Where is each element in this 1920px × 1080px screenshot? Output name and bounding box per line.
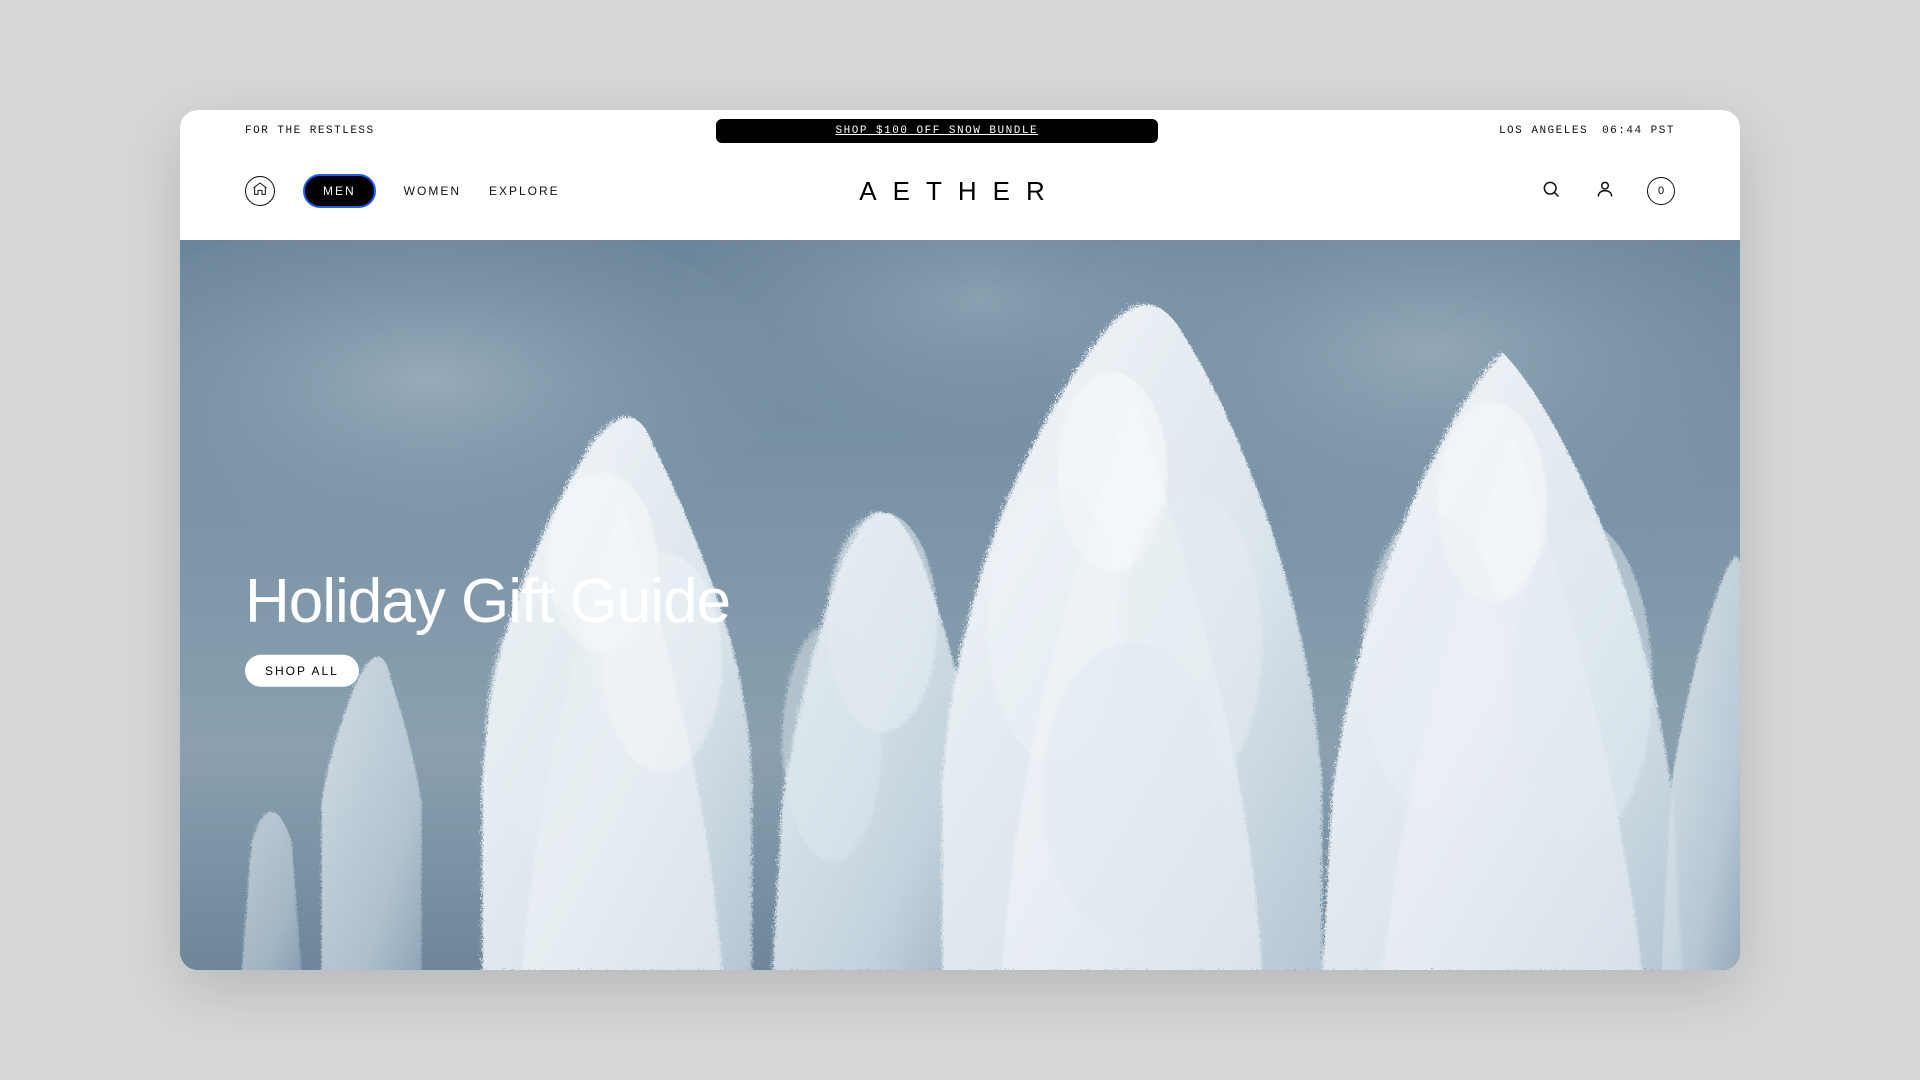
- nav-item-women[interactable]: WOMEN: [404, 184, 461, 198]
- topbar: FOR THE RESTLESS SHOP $100 OFF SNOW BUND…: [180, 110, 1740, 152]
- shop-all-button[interactable]: SHOP ALL: [245, 655, 359, 687]
- home-button[interactable]: [245, 176, 275, 206]
- cart-count: 0: [1658, 185, 1664, 197]
- nav-item-label: EXPLORE: [489, 184, 560, 198]
- search-button[interactable]: [1539, 179, 1563, 203]
- shop-all-label: SHOP ALL: [265, 664, 339, 678]
- cart-button[interactable]: 0: [1647, 177, 1675, 205]
- app-window: FOR THE RESTLESS SHOP $100 OFF SNOW BUND…: [180, 110, 1740, 970]
- nav-item-label: MEN: [323, 184, 356, 198]
- nav-item-explore[interactable]: EXPLORE: [489, 184, 560, 198]
- promo-banner[interactable]: SHOP $100 OFF SNOW BUNDLE: [716, 119, 1159, 143]
- navbar: MEN WOMEN EXPLORE AETHER: [180, 152, 1740, 240]
- nav-right: 0: [1539, 177, 1675, 205]
- user-icon: [1595, 179, 1615, 204]
- hero-section: Holiday Gift Guide SHOP ALL: [180, 240, 1740, 970]
- location-label: LOS ANGELES: [1499, 125, 1588, 137]
- nav-left: MEN WOMEN EXPLORE: [245, 174, 560, 208]
- location-time: LOS ANGELES 06:44 PST: [1499, 125, 1675, 137]
- time-label: 06:44 PST: [1602, 125, 1675, 137]
- nav-item-men[interactable]: MEN: [303, 174, 376, 208]
- hero-content: Holiday Gift Guide SHOP ALL: [245, 566, 730, 687]
- tagline: FOR THE RESTLESS: [245, 125, 375, 137]
- search-icon: [1541, 179, 1561, 204]
- hero-title: Holiday Gift Guide: [245, 566, 730, 637]
- account-button[interactable]: [1593, 179, 1617, 203]
- promo-link[interactable]: SHOP $100 OFF SNOW BUNDLE: [836, 125, 1039, 137]
- home-icon: [252, 181, 268, 202]
- nav-item-label: WOMEN: [404, 184, 461, 198]
- brand-logo[interactable]: AETHER: [859, 176, 1060, 207]
